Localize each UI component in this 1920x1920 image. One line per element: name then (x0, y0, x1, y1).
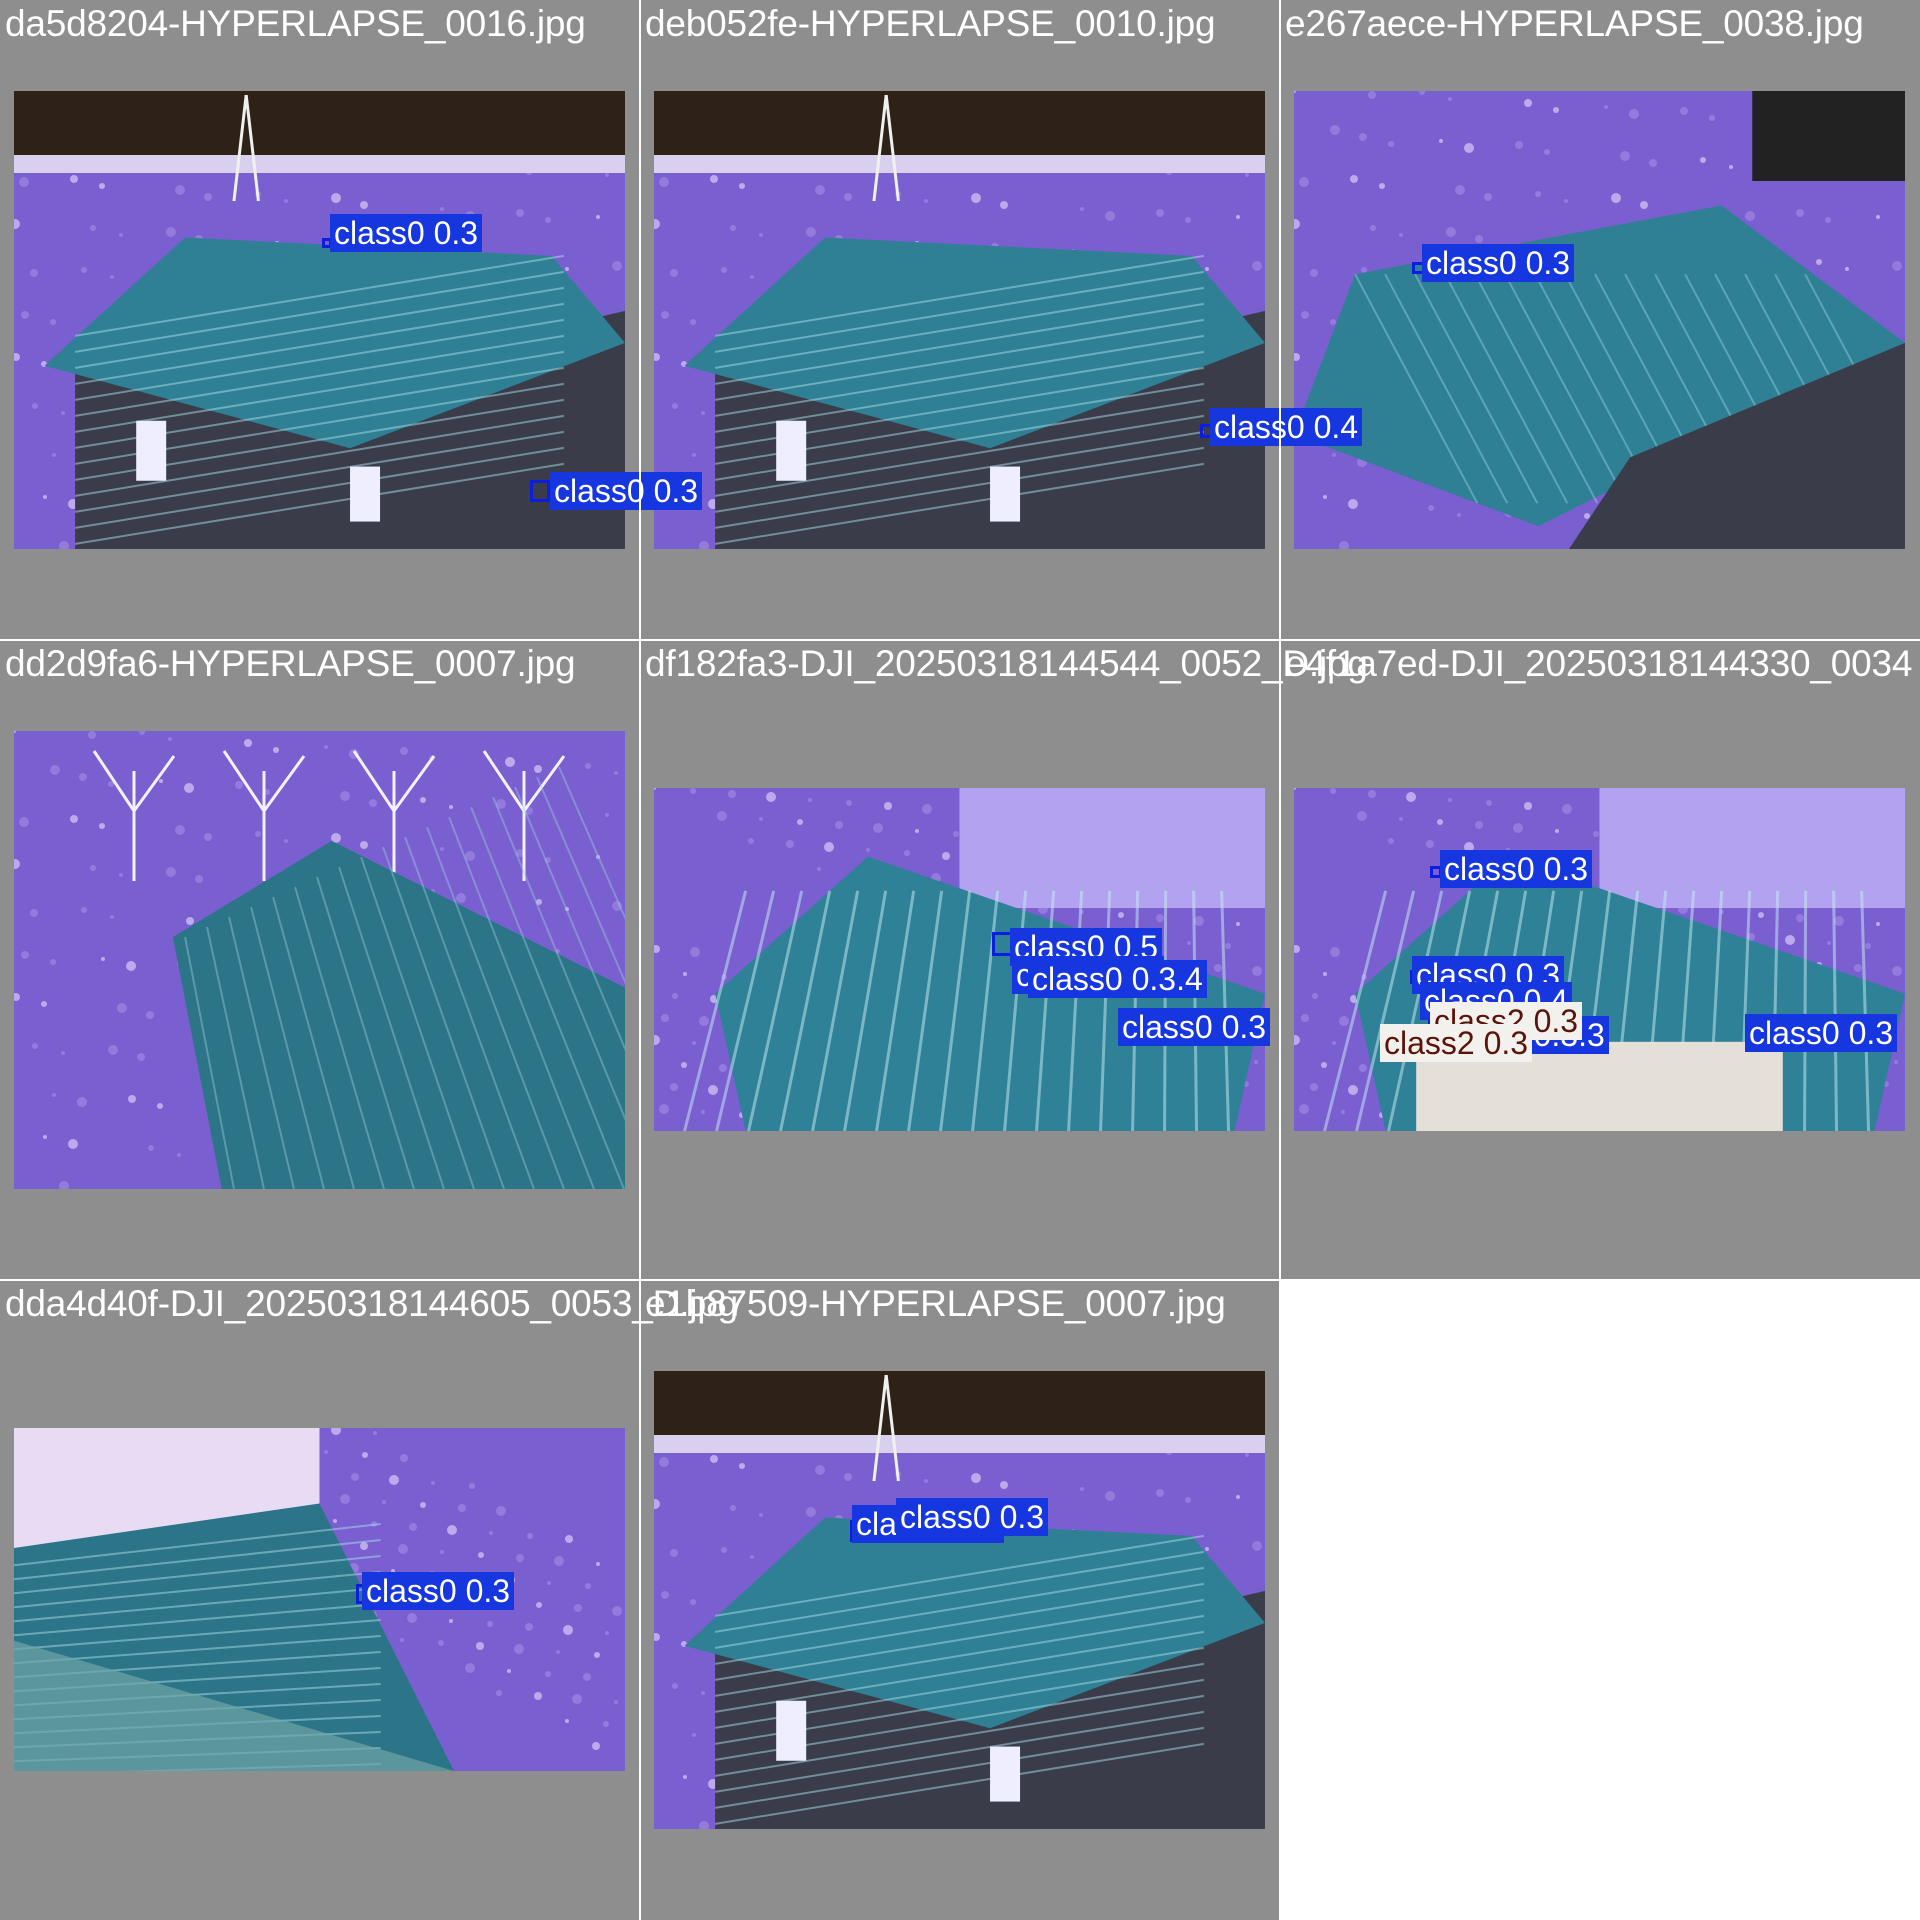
photo-canvas (1294, 788, 1905, 1131)
detection-mosaic: da5d8204-HYPERLAPSE_0016.jpg class0 0.3 cl… (0, 0, 1920, 1920)
detection-label: class0 0.3 (362, 1572, 515, 1610)
detection-label: class0 0.3 (330, 214, 483, 252)
tile-filename: e4f1a7ed-DJI_20250318144330_0034 (1285, 643, 1913, 684)
tile-filename: da5d8204-HYPERLAPSE_0016.jpg (5, 3, 586, 44)
photo-canvas (654, 1371, 1265, 1829)
detection-label: class0 0.4 (1210, 408, 1363, 446)
photo-canvas (1294, 91, 1905, 549)
grid-divider (0, 639, 1920, 641)
tile-filename: dd2d9fa6-HYPERLAPSE_0007.jpg (5, 643, 576, 684)
inverted-roof-photo (14, 1428, 625, 1771)
mosaic-tile[interactable]: e1b87509-HYPERLAPSE_0007.jpgclass0 0.3cl… (640, 1280, 1280, 1920)
photo-canvas (14, 1428, 625, 1771)
photo-canvas (654, 91, 1265, 549)
tile-filename: deb052fe-HYPERLAPSE_0010.jpg (645, 3, 1216, 44)
inverted-roof-photo (1294, 788, 1905, 1131)
detection-label: class0 0.3 (896, 1498, 1049, 1536)
detection-label: class0 0.3 (1745, 1014, 1898, 1052)
detection-label: class0 0.3 (1440, 850, 1593, 888)
tile-filename: e267aece-HYPERLAPSE_0038.jpg (1285, 3, 1864, 44)
detection-label: class0 0.3 (1422, 244, 1575, 282)
mosaic-tile[interactable]: dd2d9fa6-HYPERLAPSE_0007.jpg (0, 640, 640, 1280)
mosaic-tile[interactable]: e4f1a7ed-DJI_20250318144330_0034 class0 0… (1280, 640, 1920, 1280)
tile-filename: dda4d40f-DJI_20250318144605_0053_D.jpg (5, 1283, 739, 1324)
mosaic-tile[interactable]: deb052fe-HYPERLAPSE_0010.jpg class0 0.4 (640, 0, 1363, 640)
inverted-roof-photo (1294, 91, 1905, 549)
mosaic-tile[interactable]: df182fa3-DJI_20250318144544_0052_D.jpgcl… (640, 640, 1368, 1280)
detection-label: class0 0.3 (550, 472, 703, 510)
inverted-roof-photo (654, 91, 1265, 549)
tile-filename: df182fa3-DJI_20250318144544_0052_D.jpg (645, 643, 1368, 684)
mosaic-tile[interactable]: e267aece-HYPERLAPSE_0038.jpg class0 0.3 (1280, 0, 1920, 640)
grid-divider (639, 0, 641, 1920)
inverted-roof-photo (654, 1371, 1265, 1829)
tile-filename: e1b87509-HYPERLAPSE_0007.jpg (645, 1283, 1226, 1324)
inverted-roof-photo (14, 731, 625, 1189)
grid-divider (0, 1279, 1920, 1281)
grid-divider (1279, 0, 1281, 1920)
mosaic-tile[interactable]: da5d8204-HYPERLAPSE_0016.jpg class0 0.3 cl… (0, 0, 703, 640)
detection-box (530, 480, 550, 502)
detection-label: class2 0.3 (1380, 1024, 1533, 1062)
detection-label: class0 0.3 (1118, 1008, 1271, 1046)
detection-label: class0 0.3.4 (1028, 960, 1207, 998)
mosaic-tile[interactable]: dda4d40f-DJI_20250318144605_0053_D.jpgcl… (0, 1280, 738, 1920)
photo-canvas (14, 731, 625, 1189)
